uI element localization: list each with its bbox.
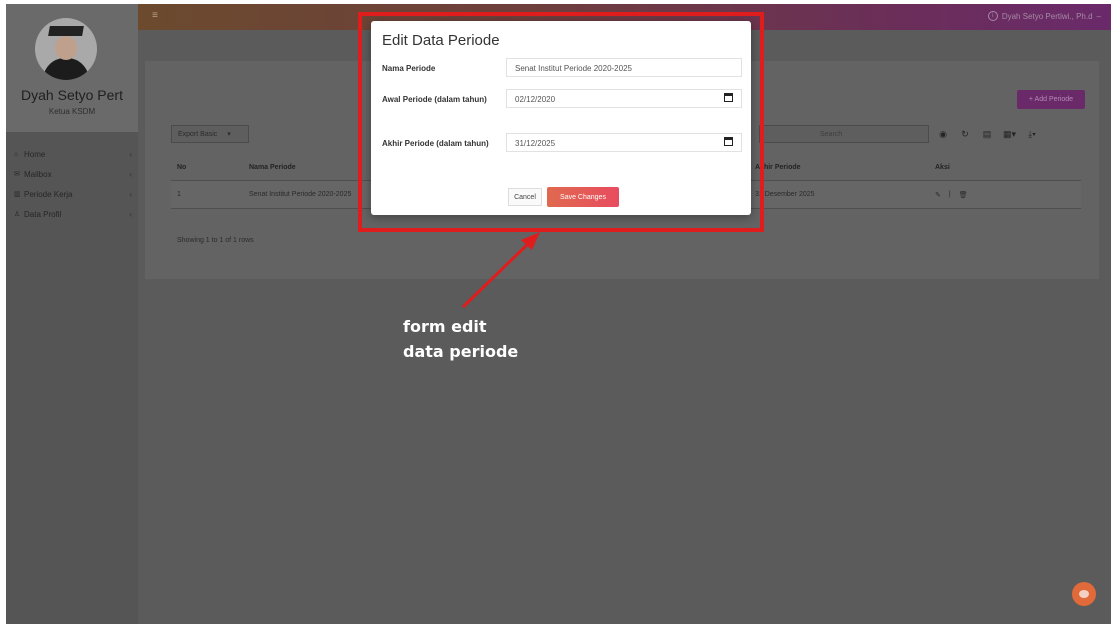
sidebar-item-label: Data Profil — [24, 209, 62, 219]
sidebar: Dyah Setyo Pert Ketua KSDM ⌂ Home ‹ ✉ Ma… — [6, 4, 138, 624]
avatar[interactable] — [35, 18, 97, 80]
search-input[interactable]: Search — [759, 125, 929, 143]
chat-button[interactable] — [1072, 582, 1096, 606]
dash-icon: – — [1096, 11, 1101, 21]
annotation-line-2: data periode — [403, 342, 519, 361]
chevron-left-icon: ‹ — [129, 209, 132, 219]
header-nama-periode[interactable]: Nama Periode — [249, 155, 369, 180]
chart-icon: ▥ — [14, 191, 21, 198]
table-toolbar: ◉ ↻ ▤ ▦▾ ⤓▾ — [935, 125, 1040, 143]
toggle-icon[interactable]: ◉ — [935, 125, 951, 143]
user-icon: ♙ — [14, 211, 21, 218]
annotation-text: form edit data periode — [403, 314, 518, 364]
sidebar-item-home[interactable]: ⌂ Home ‹ — [6, 144, 138, 164]
download-icon[interactable]: ⤓▾ — [1024, 125, 1040, 143]
user-circle-icon: i — [987, 11, 998, 21]
sidebar-item-data-profil[interactable]: ♙ Data Profil ‹ — [6, 204, 138, 224]
chevron-left-icon: ‹ — [129, 169, 132, 179]
export-label: Export Basic — [178, 130, 218, 138]
edit-icon[interactable]: ✎ — [935, 191, 941, 199]
user-profile-card: Dyah Setyo Pert Ketua KSDM — [6, 4, 138, 132]
sidebar-user-name: Dyah Setyo Pert — [21, 87, 123, 103]
refresh-icon[interactable]: ↻ — [957, 125, 973, 143]
topbar-user-menu[interactable]: i Dyah Setyo Pertiwi., Ph.d – — [987, 11, 1101, 21]
cell-no: 1 — [177, 191, 181, 198]
chevron-left-icon: ‹ — [129, 149, 132, 159]
sidebar-user-role: Ketua KSDM — [48, 107, 96, 116]
caret-down-icon: ▾ — [227, 131, 231, 138]
header-no[interactable]: No — [177, 155, 186, 180]
sidebar-menu: ⌂ Home ‹ ✉ Mailbox ‹ ▥ Periode Kerja ‹ ♙… — [6, 144, 138, 224]
trash-icon[interactable]: 🗑 — [959, 191, 968, 199]
pagination-info: Showing 1 to 1 of 1 rows — [177, 237, 254, 244]
sidebar-item-mailbox[interactable]: ✉ Mailbox ‹ — [6, 164, 138, 184]
columns-icon[interactable]: ▦▾ — [1001, 125, 1018, 143]
cell-aksi: ✎ | 🗑 — [935, 181, 968, 208]
mailbox-icon: ✉ — [14, 171, 20, 178]
sidebar-item-periode-kerja[interactable]: ▥ Periode Kerja ‹ — [6, 184, 138, 204]
sidebar-item-label: Periode Kerja — [24, 189, 73, 199]
header-aksi: Aksi — [935, 164, 950, 171]
sidebar-item-label: Mailbox — [24, 169, 52, 179]
sidebar-item-label: Home — [24, 149, 46, 159]
cell-nama-periode: Senat Institut Periode 2020-2025 — [249, 191, 352, 198]
hamburger-menu-icon[interactable]: ≡ — [152, 10, 158, 21]
annotation-line-1: form edit — [403, 317, 487, 336]
chevron-left-icon: ‹ — [129, 189, 132, 199]
separator: | — [948, 191, 951, 198]
list-view-icon[interactable]: ▤ — [979, 125, 995, 143]
export-dropdown[interactable]: Export Basic ▾ — [171, 125, 249, 143]
chat-bubble-icon — [1079, 590, 1089, 598]
home-icon: ⌂ — [14, 150, 19, 158]
topbar-user-name: Dyah Setyo Pertiwi., Ph.d — [1001, 11, 1093, 21]
highlight-box — [358, 12, 764, 232]
add-periode-button[interactable]: + Add Periode — [1017, 90, 1085, 109]
